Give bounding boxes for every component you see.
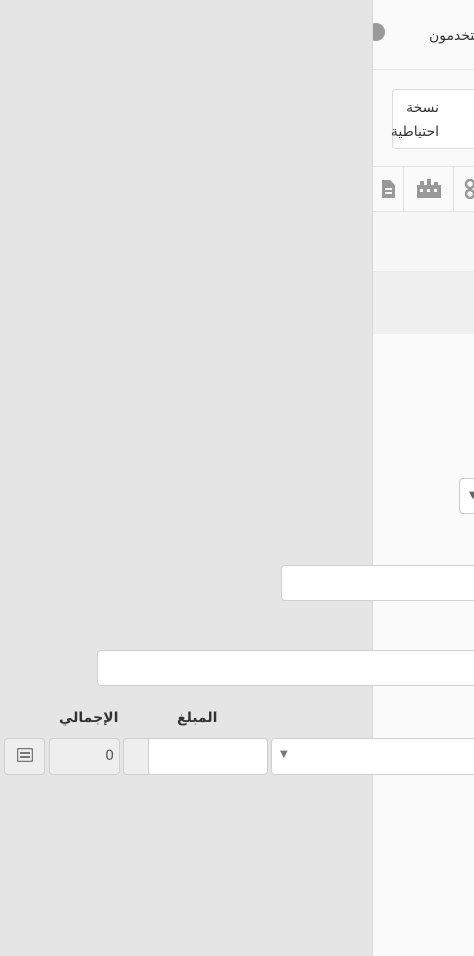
- total-value: 0: [105, 748, 114, 764]
- backup-label-line2: احتياطية: [390, 124, 439, 140]
- background-page: مستخدمون نسخة احتياطية ▼: [372, 0, 474, 956]
- group-tool-button[interactable]: [454, 167, 474, 211]
- content-band-shaded: [373, 272, 474, 334]
- item-select[interactable]: ▼: [271, 738, 474, 775]
- users-nav-label[interactable]: مستخدمون: [429, 28, 474, 44]
- caret-down-icon: ▼: [469, 490, 474, 501]
- list-icon: [16, 747, 33, 766]
- amount-addon: [123, 738, 149, 775]
- page-header: مستخدمون: [373, 0, 474, 70]
- icon-toolbar: [373, 166, 474, 212]
- text-input-wide[interactable]: [97, 650, 474, 686]
- total-field: 0: [49, 738, 120, 775]
- caret-down-icon: ▼: [280, 749, 288, 760]
- backup-label-line1: نسخة: [406, 100, 439, 116]
- total-label: الإجمالي: [59, 710, 119, 726]
- file-icon: [380, 179, 396, 199]
- text-input[interactable]: [281, 565, 474, 601]
- amount-label: المبلغ: [177, 710, 218, 726]
- dropdown-select[interactable]: ▼: [459, 478, 474, 514]
- status-dot: [373, 23, 385, 41]
- amount-input[interactable]: [147, 738, 268, 775]
- building-icon: [416, 179, 442, 199]
- backup-label: نسخة احتياطية: [373, 96, 439, 144]
- building-tool-button[interactable]: [404, 167, 454, 211]
- row-action-button[interactable]: [4, 738, 45, 775]
- content-band: [373, 212, 474, 272]
- file-tool-button[interactable]: [373, 167, 404, 211]
- group-icon: [464, 179, 474, 199]
